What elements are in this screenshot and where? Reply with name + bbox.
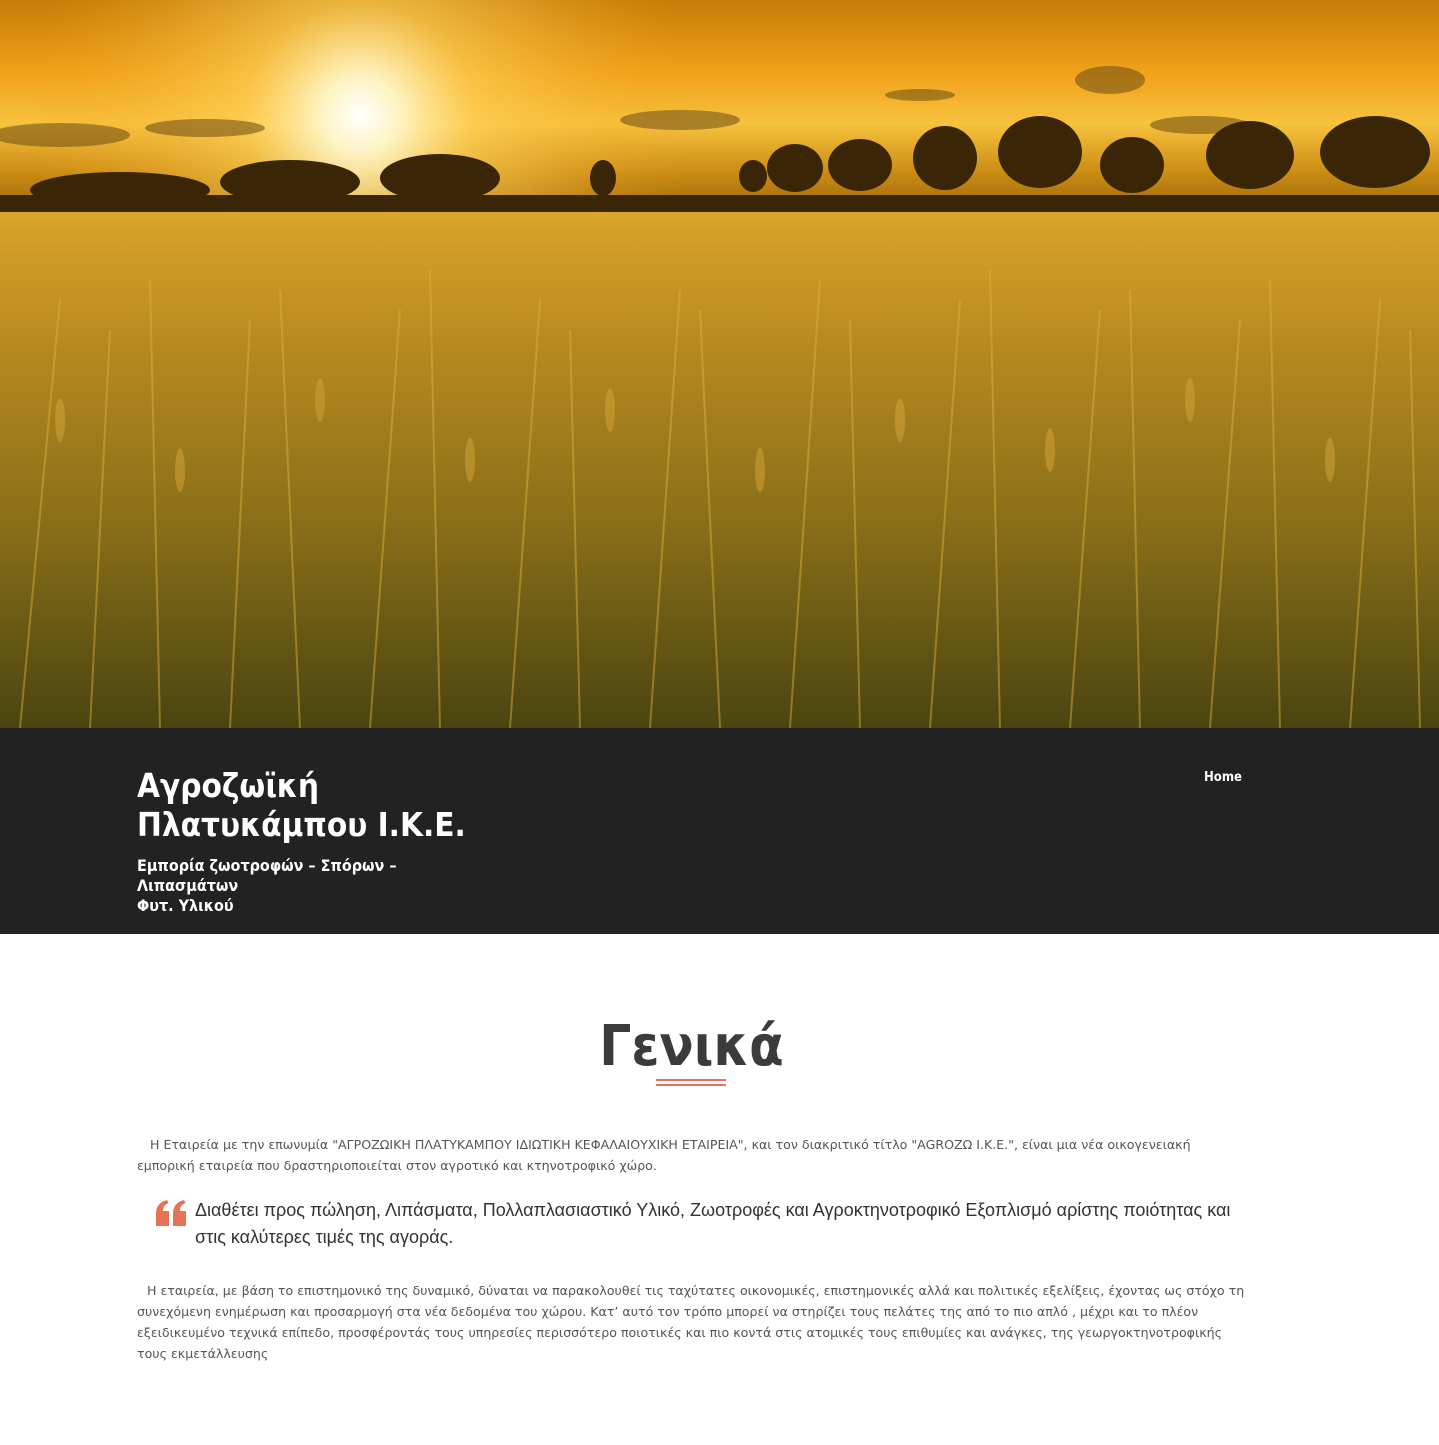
heading-underline-bottom [656, 1084, 726, 1086]
quote-icon [156, 1200, 186, 1226]
quote-text: Διαθέτει προς πώληση, Λιπάσματα, Πολλαπλ… [195, 1200, 1231, 1247]
site-description-line2: Φυτ. Υλικού [137, 896, 234, 915]
site-title[interactable]: Αγροζωϊκή Πλατυκάμπου Ι.Κ.Ε. [137, 766, 517, 844]
site-title-line1[interactable]: Αγροζωϊκή [137, 766, 319, 805]
heading-underline-top [656, 1079, 726, 1081]
nav-item-home[interactable]: Home [1204, 770, 1242, 785]
body-paragraph: Η εταιρεία, με βάση το επιστημονικό της … [137, 1283, 1245, 1361]
site-description: Εμπορία ζωοτροφών – Σπόρων – Λιπασμάτων … [137, 856, 487, 916]
page-title: Γενικά [599, 1014, 784, 1079]
site-branding: Αγροζωϊκή Πλατυκάμπου Ι.Κ.Ε. Εμπορία ζωο… [137, 766, 517, 916]
intro-paragraph: Η Εταιρεία με την επωνυμία "ΑΓΡΟΖΩΙΚΗ ΠΛ… [137, 1137, 1191, 1173]
wheat-field-sunset-image [0, 0, 1439, 728]
site-description-line1: Εμπορία ζωοτροφών – Σπόρων – Λιπασμάτων [137, 856, 397, 895]
main-navigation: Home [1204, 768, 1242, 786]
site-title-line2[interactable]: Πλατυκάμπου Ι.Κ.Ε. [137, 805, 466, 844]
site-header: Αγροζωϊκή Πλατυκάμπου Ι.Κ.Ε. Εμπορία ζωο… [0, 728, 1439, 934]
hero-image [0, 0, 1439, 728]
